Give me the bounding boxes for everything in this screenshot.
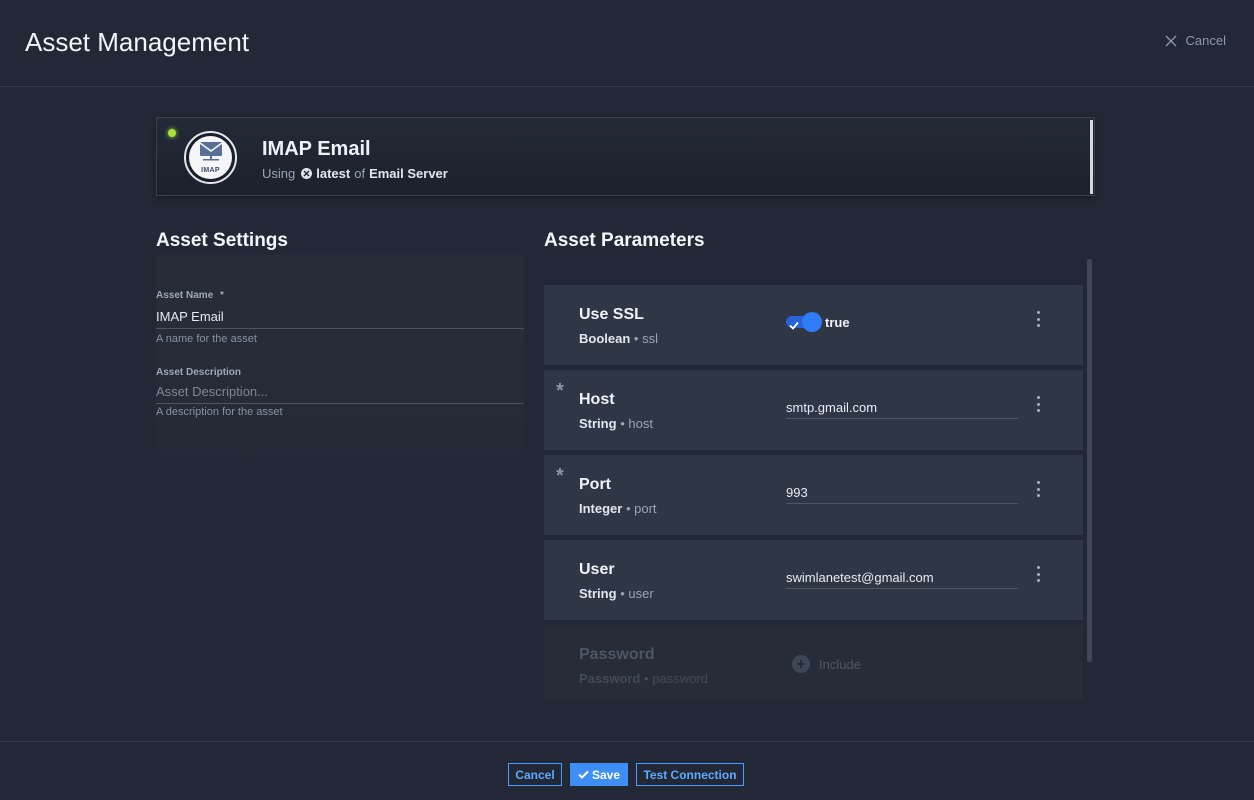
param-type-name: String [579,416,617,431]
param-name: Port [579,476,611,493]
save-label: Save [591,767,621,782]
param-name: User [579,561,615,578]
asset-name-help: A name for the asset [156,333,257,345]
param-name: Host [579,391,615,408]
integration-logo: IMAP [184,131,237,184]
user-input[interactable]: swimlanetest@gmail.com [786,570,1018,589]
more-options-icon[interactable] [1034,311,1042,327]
card-edge [1090,120,1093,194]
port-input[interactable]: 993 [786,485,1018,504]
of-label: of [354,166,366,181]
asset-name-label: Asset Name * [156,290,224,301]
include-password-button[interactable]: Include [792,655,861,673]
param-name: Password [579,646,655,663]
asset-settings-title: Asset Settings [156,230,288,251]
header-bar: Asset Management Cancel [0,0,1254,87]
param-type: Integer • port [579,501,657,516]
param-card-port: * Port Integer • port 993 [544,455,1083,535]
ssl-toggle-value: true [825,315,850,330]
required-marker: * [220,290,224,301]
integration-name: IMAP Email [262,138,371,160]
page-title: Asset Management [25,27,250,57]
param-key: password [652,671,708,686]
param-type: String • user [579,586,654,601]
asset-description-input[interactable]: Asset Description... [156,384,524,404]
test-connection-button[interactable]: Test Connection [636,763,744,786]
version-value: latest [316,166,351,181]
param-type-name: Integer [579,501,623,516]
ssl-toggle[interactable] [786,312,822,332]
parameters-list[interactable]: Use SSL Boolean • ssl true * Host String… [544,255,1093,700]
integration-card: IMAP IMAP Email Using latest of Email Se… [156,117,1095,196]
param-card-password: Password Password • password Include [544,625,1083,700]
include-label: Include [819,656,861,672]
plus-icon [792,655,810,673]
param-card-host: * Host String • host smtp.gmail.com [544,370,1083,450]
logo-text: IMAP [201,167,220,174]
param-type-name: String [579,586,617,601]
asset-parameters-title: Asset Parameters [544,230,705,251]
header-cancel-label: Cancel [1185,33,1226,48]
asset-description-help: A description for the asset [156,406,283,418]
cancel-button[interactable]: Cancel [508,763,562,786]
param-key: user [628,586,654,601]
product-name: Email Server [369,166,448,181]
param-type-name: Password [579,671,641,686]
param-card-use-ssl: Use SSL Boolean • ssl true [544,285,1083,365]
param-key: port [634,501,657,516]
required-marker: * [556,380,564,402]
asset-name-label-text: Asset Name [156,290,214,301]
envelope-icon [199,141,223,166]
param-type: Boolean • ssl [579,331,658,346]
param-type: Password • password [579,671,708,686]
required-marker: * [556,465,564,487]
save-button[interactable]: Save [570,763,628,786]
param-name: Use SSL [579,306,644,323]
more-options-icon[interactable] [1034,481,1042,497]
asset-name-input[interactable]: IMAP Email [156,309,524,329]
check-icon [789,317,799,335]
param-type: String • host [579,416,653,431]
check-icon [578,768,589,782]
asset-description-label: Asset Description [156,367,242,378]
param-type-name: Boolean [579,331,631,346]
asset-settings-panel: Asset Name * IMAP Email A name for the a… [156,255,524,480]
more-options-icon[interactable] [1034,566,1042,582]
version-icon [301,168,313,179]
footer-bar: Cancel Save Test Connection [0,741,1254,800]
header-cancel-button[interactable]: Cancel [1165,33,1226,48]
close-icon [1165,35,1177,47]
using-label: Using [262,166,296,181]
param-key: host [628,416,653,431]
status-indicator [168,129,176,137]
param-key: ssl [642,331,658,346]
integration-version-line: Using latest of Email Server [262,166,448,181]
host-input[interactable]: smtp.gmail.com [786,400,1018,419]
param-card-user: User String • user swimlanetest@gmail.co… [544,540,1083,620]
more-options-icon[interactable] [1034,396,1042,412]
scrollbar[interactable] [1087,259,1092,662]
